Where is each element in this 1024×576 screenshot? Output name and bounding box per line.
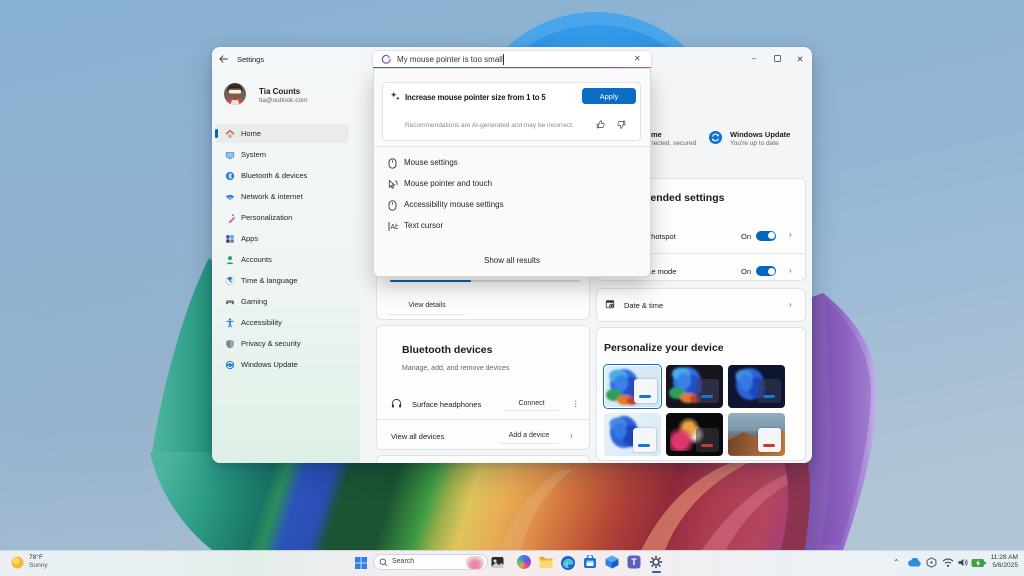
svg-text:T: T xyxy=(631,557,637,567)
svg-text:Ab: Ab xyxy=(391,224,399,231)
